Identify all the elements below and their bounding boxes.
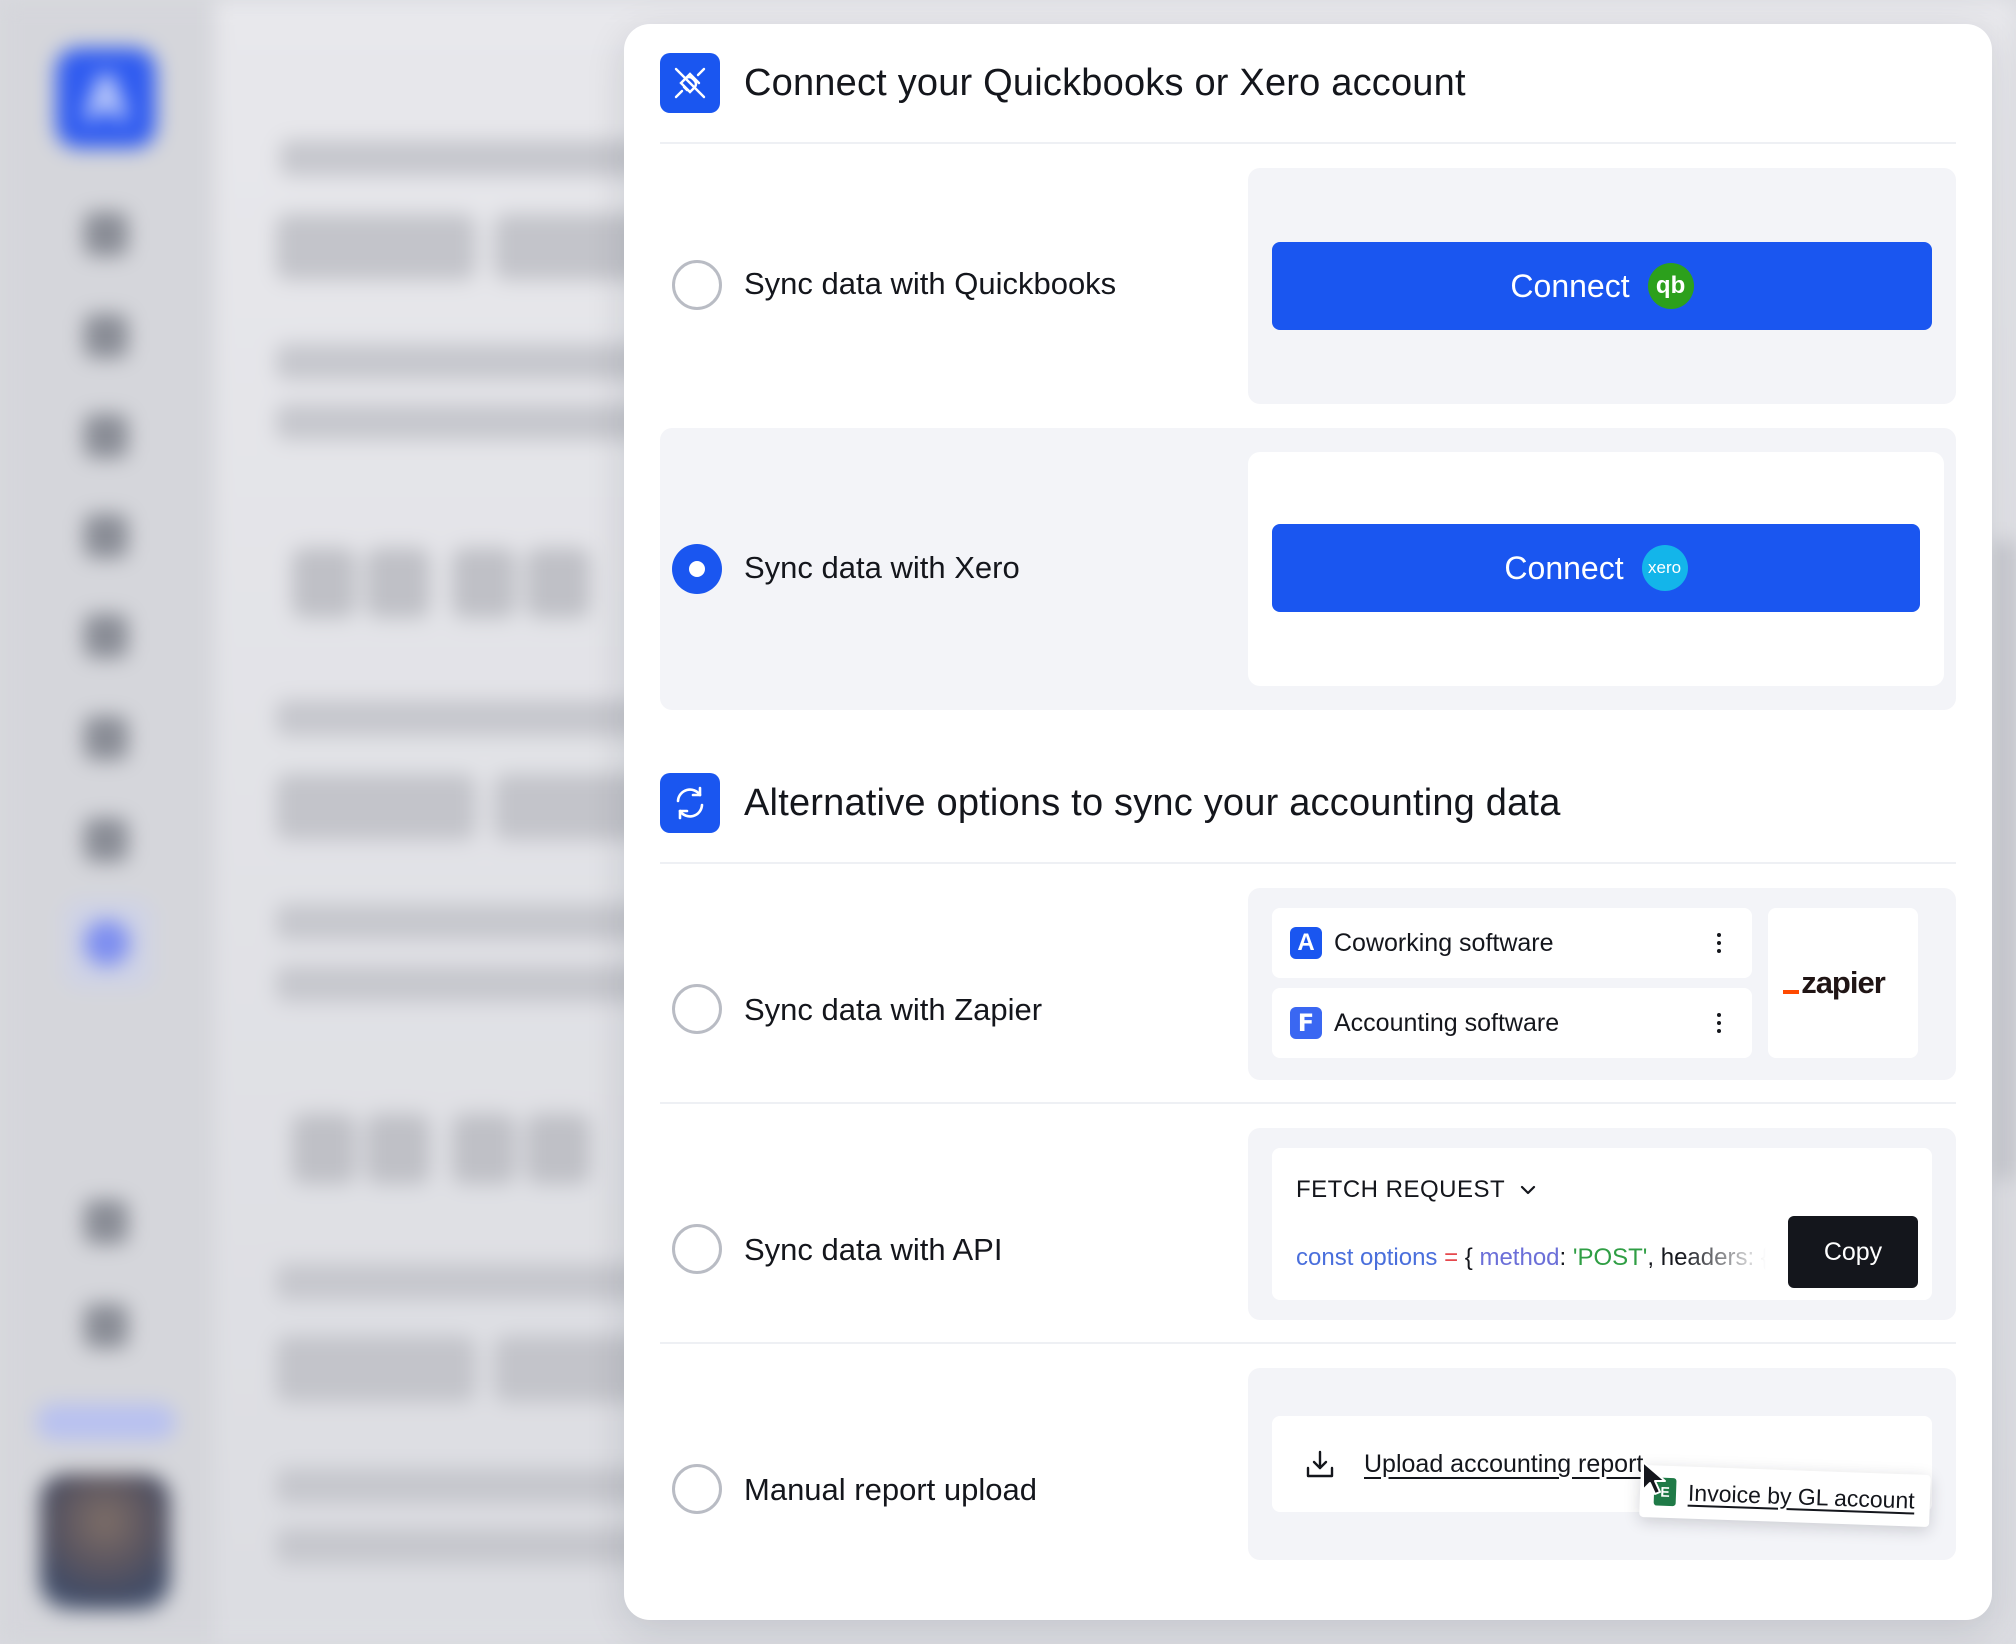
background-block [276,774,476,840]
background-bar [280,140,640,176]
code-token: = [1437,1244,1465,1271]
background-square [526,548,590,618]
code-token: 'POST' [1572,1244,1648,1271]
api-snippet-box: FETCH REQUEST const options = { method: … [1272,1148,1932,1300]
copy-button[interactable]: Copy [1788,1216,1918,1288]
accounting-app-icon: F [1290,1007,1322,1039]
connect-button-label: Connect [1510,267,1630,304]
quickbooks-logo-icon: qb [1647,263,1694,309]
dragged-file-name: Invoice by GL account [1687,1479,1916,1514]
megaphone-icon [84,716,128,760]
bank-icon [84,414,128,458]
more-options-icon[interactable] [1704,923,1734,963]
background-square [452,1114,516,1184]
quickbooks-option-row[interactable]: Sync data with Quickbooks Connect qb [660,168,1956,404]
code-token: : [1559,1244,1573,1271]
request-type-label: FETCH REQUEST [1296,1176,1506,1203]
api-option-row[interactable]: Sync data with API FETCH REQUEST const o… [660,1128,1956,1344]
background-edge [1992,540,2016,1180]
manual-upload-option-label: Manual report upload [744,1472,1037,1507]
manual-upload-option-row[interactable]: Manual report upload Upload accounting r… [660,1368,1956,1560]
upload-report-link[interactable]: Upload accounting report [1364,1450,1643,1479]
zapier-app-label: Accounting software [1334,1008,1560,1037]
background-block [276,1336,476,1402]
connect-xero-button[interactable]: Connect xero [1272,524,1920,612]
dashboard-icon [84,212,128,256]
support-icon [84,1304,128,1348]
zapier-option-label: Sync data with Zapier [744,992,1043,1027]
background-bar [276,1468,656,1504]
zapier-radio[interactable] [672,984,722,1034]
box-icon [84,614,128,658]
background-block [276,214,476,280]
background-square [366,1114,430,1184]
xero-option-label: Sync data with Xero [744,550,1020,585]
background-bar [276,1264,656,1300]
upload-card: Upload accounting report [1248,1368,1956,1560]
zapier-app-accounting[interactable]: F Accounting software [1272,988,1752,1058]
code-token: const options [1296,1244,1438,1271]
code-snippet: const options = { method: 'POST', header… [1296,1244,1766,1272]
notifications-icon [84,1200,128,1244]
connect-section-title: Connect your Quickbooks or Xero account [744,61,1466,104]
background-square [366,548,430,618]
background-bar [276,700,656,736]
chevron-down-icon [1521,1185,1536,1195]
quickbooks-connect-card: Connect qb [1248,168,1956,404]
integrations-icon [84,920,130,966]
calendar-icon [84,314,128,358]
api-option-label: Sync data with API [744,1232,1003,1267]
connect-section-header: Connect your Quickbooks or Xero account [660,24,1956,144]
xero-logo-icon: xero [1641,545,1688,591]
background-square [292,1114,356,1184]
background-bar [276,344,656,380]
alternative-section-title: Alternative options to sync your account… [744,781,1561,824]
background-bar [276,966,656,1002]
xero-radio[interactable] [672,544,722,594]
code-token: { [1464,1244,1480,1271]
apps-pill [36,1404,176,1440]
document-icon [84,818,128,862]
background-square [292,548,356,618]
zapier-app-label: Coworking software [1334,928,1554,957]
request-type-dropdown[interactable]: FETCH REQUEST [1296,1176,1539,1204]
sync-arrows-icon [660,773,720,833]
api-card: FETCH REQUEST const options = { method: … [1248,1128,1956,1320]
zapier-option-row[interactable]: Sync data with Zapier A Coworking softwa… [660,888,1956,1104]
api-radio[interactable] [672,1224,722,1274]
connect-button-label: Connect [1504,549,1624,586]
dragged-file-chip[interactable]: E Invoice by GL account [1639,1464,1931,1528]
zapier-app-coworking[interactable]: A Coworking software [1272,908,1752,978]
more-options-icon[interactable] [1704,1003,1734,1043]
alternative-section-header: Alternative options to sync your account… [660,744,1956,864]
code-token: method [1479,1244,1560,1271]
download-tray-icon [1306,1450,1334,1478]
coworking-app-icon: A [1290,927,1322,959]
quickbooks-radio[interactable] [672,260,722,310]
integration-panel: Connect your Quickbooks or Xero account … [624,24,1992,1620]
background-square [526,1114,590,1184]
quickbooks-option-label: Sync data with Quickbooks [744,266,1117,301]
background-bar [276,904,656,940]
plug-disconnected-icon [660,53,720,113]
mouse-cursor-icon [1642,1461,1666,1495]
connect-quickbooks-button[interactable]: Connect qb [1272,242,1932,330]
background-bar [276,404,656,440]
avatar [40,1474,170,1610]
xero-option-row[interactable]: Sync data with Xero Connect xero [660,428,1956,710]
share-icon [84,514,128,558]
xero-connect-card: Connect xero [1248,452,1944,686]
app-logo: A [56,48,156,148]
zapier-logo: zapier [1783,965,1886,1000]
zapier-card: A Coworking software F Accounting softwa… [1248,888,1956,1080]
zapier-logo-box: zapier [1768,908,1918,1058]
background-square [452,548,516,618]
background-bar [276,1528,656,1564]
code-token: , headers: { } [1647,1244,1766,1271]
manual-upload-radio[interactable] [672,1464,722,1514]
